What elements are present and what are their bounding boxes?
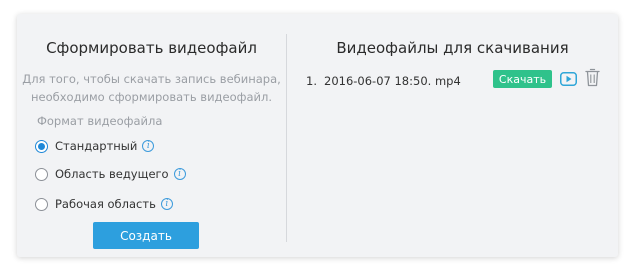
- hint-line-2: необходимо сформировать видеофайл.: [31, 90, 272, 104]
- trash-icon[interactable]: [585, 68, 600, 87]
- play-icon[interactable]: [560, 72, 577, 86]
- radio-workspace[interactable]: [35, 197, 48, 211]
- format-option-standard[interactable]: Стандартный i: [35, 137, 155, 155]
- format-option-presenter-area[interactable]: Область ведущего i: [35, 165, 186, 183]
- format-label: Формат видеофайла: [37, 114, 163, 128]
- file-number: 1.: [306, 74, 317, 88]
- create-button[interactable]: Создать: [93, 222, 199, 249]
- downloads-title: Видеофайлы для скачивания: [336, 39, 569, 57]
- format-option-workspace[interactable]: Рабочая область i: [35, 195, 173, 213]
- format-option-standard-label: Стандартный: [55, 139, 138, 153]
- create-video-hint: Для того, чтобы скачать запись вебинара,…: [17, 70, 286, 106]
- video-file-panel: Сформировать видеофайл Для того, чтобы с…: [17, 14, 618, 257]
- format-option-workspace-label: Рабочая область: [55, 197, 156, 211]
- column-divider: [286, 34, 287, 242]
- radio-standard[interactable]: [35, 139, 48, 153]
- info-icon[interactable]: i: [160, 198, 173, 210]
- format-option-presenter-area-label: Область ведущего: [55, 167, 169, 181]
- radio-presenter-area[interactable]: [35, 167, 48, 181]
- hint-line-1: Для того, чтобы скачать запись вебинара,: [22, 72, 281, 86]
- file-name: 2016-06-07 18:50. mp4: [324, 74, 461, 88]
- info-icon[interactable]: i: [142, 140, 155, 152]
- info-icon[interactable]: i: [173, 168, 186, 180]
- create-video-title: Сформировать видеофайл: [46, 39, 257, 57]
- download-button[interactable]: Скачать: [493, 70, 552, 88]
